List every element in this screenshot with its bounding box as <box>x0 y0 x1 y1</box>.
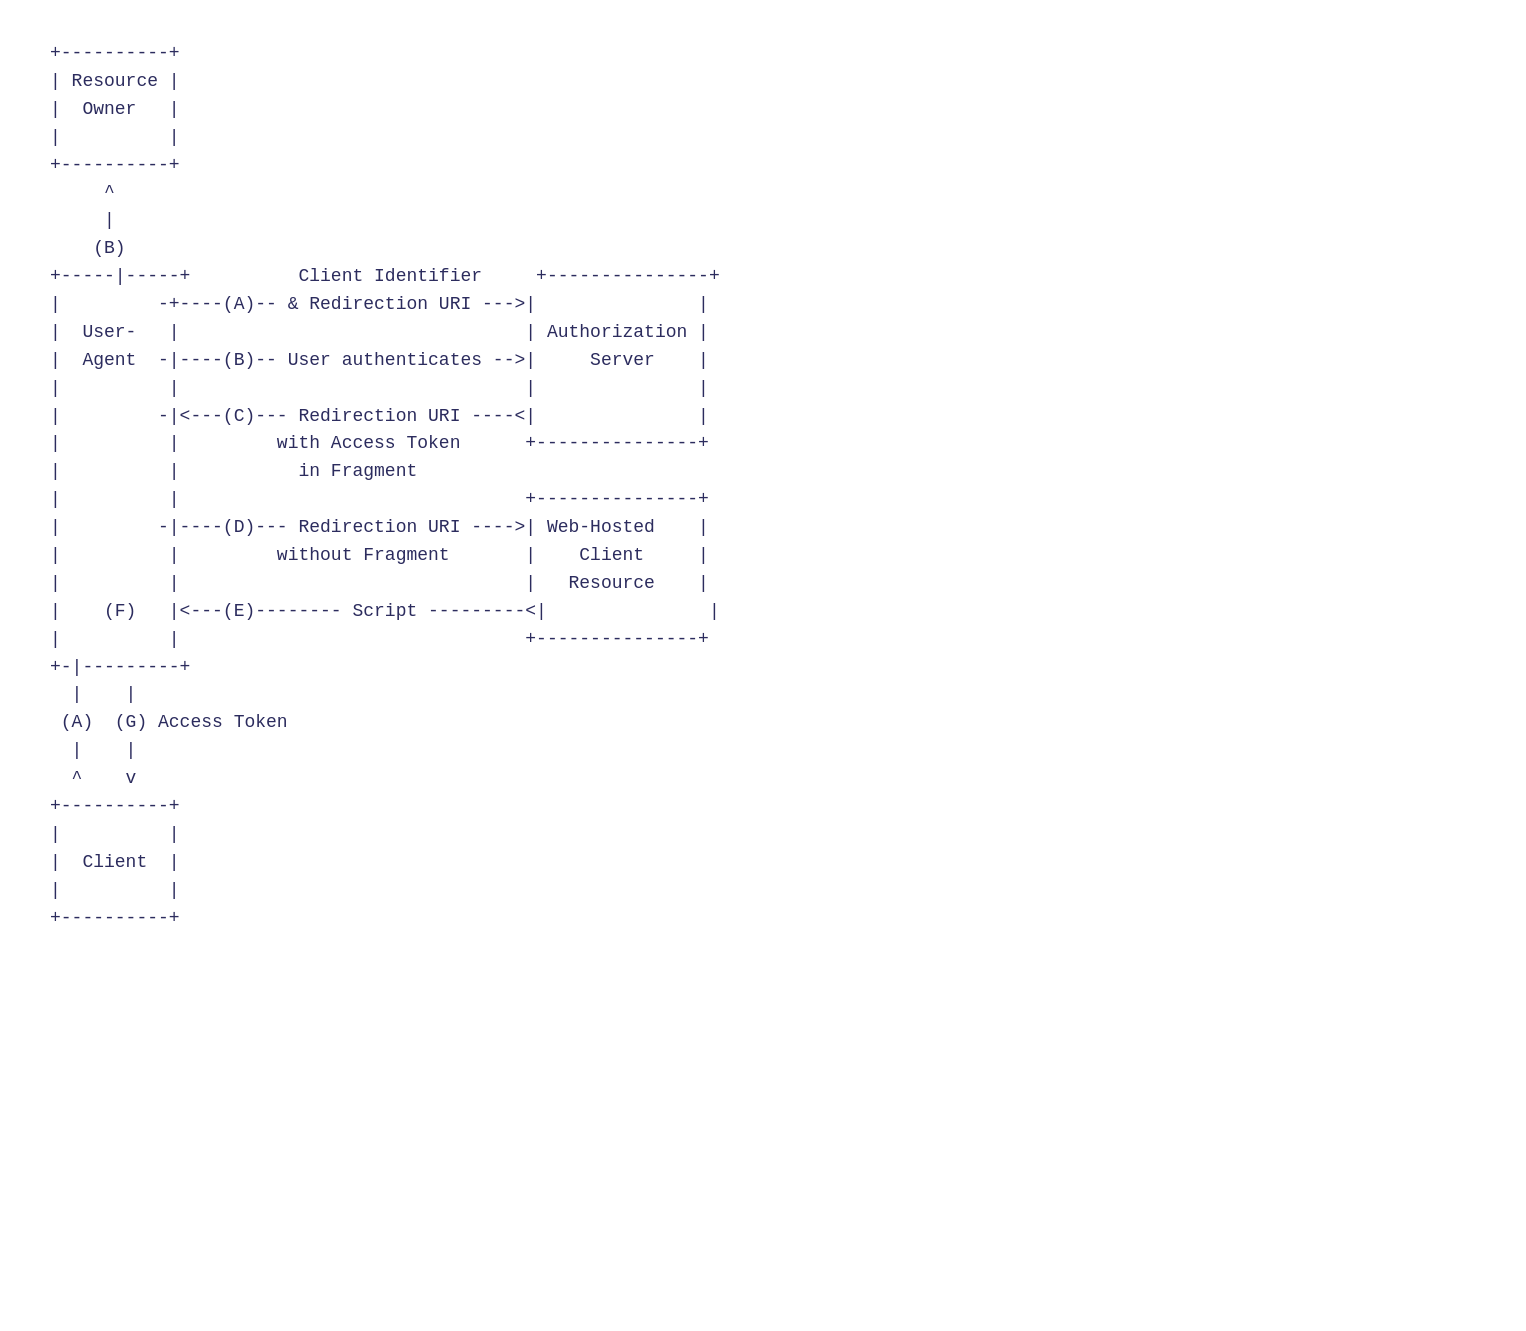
oauth-diagram: +----------+ | Resource | | Owner | | | … <box>50 40 1476 933</box>
